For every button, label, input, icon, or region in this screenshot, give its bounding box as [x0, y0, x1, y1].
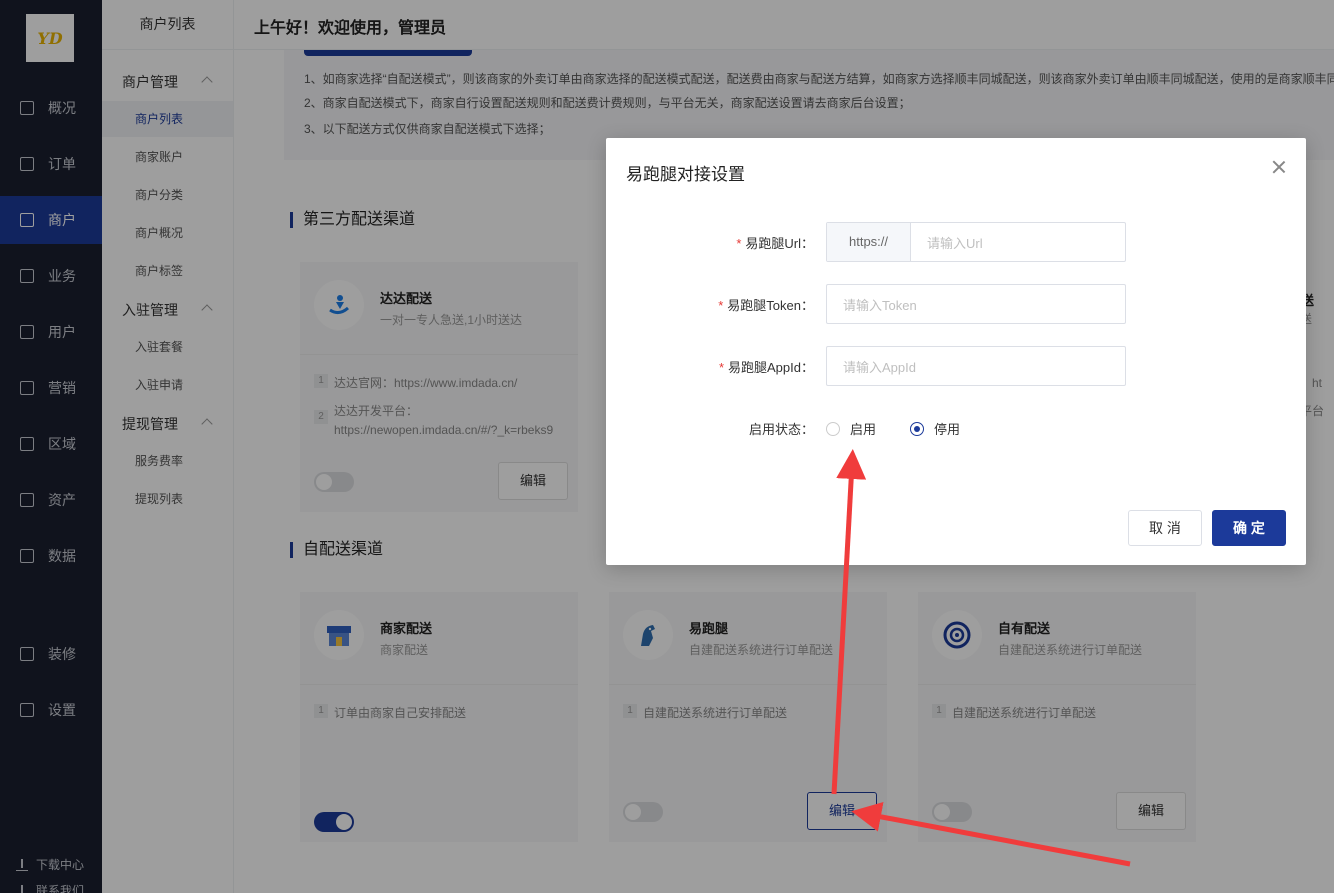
cancel-button[interactable]: 取 消	[1128, 510, 1202, 546]
url-input[interactable]: https:// 请输入Url	[826, 222, 1126, 262]
token-label: * 易跑腿Token：	[718, 298, 814, 313]
token-placeholder: 请输入Token	[843, 297, 917, 313]
appid-label: * 易跑腿AppId：	[718, 360, 814, 375]
disable-radio[interactable]: 停用	[910, 419, 960, 438]
url-prefix: https://	[827, 223, 911, 261]
confirm-button[interactable]: 确 定	[1212, 510, 1286, 546]
status-label: 启用状态：	[748, 422, 814, 437]
yipaotui-settings-dialog: 易跑腿对接设置 * 易跑腿Url： https:// 请输入Url * 易跑腿Tok…	[606, 138, 1306, 565]
url-placeholder: 请输入Url	[927, 235, 983, 251]
appid-placeholder: 请输入AppId	[843, 359, 916, 375]
radio-circle-checked	[910, 421, 924, 436]
close-icon[interactable]	[1272, 160, 1286, 174]
token-input[interactable]: 请输入Token	[826, 284, 1126, 324]
url-label: * 易跑腿Url：	[736, 236, 814, 251]
radio-circle	[826, 421, 840, 436]
enable-radio[interactable]: 启用	[826, 419, 876, 438]
dialog-title: 易跑腿对接设置	[626, 165, 745, 184]
appid-input[interactable]: 请输入AppId	[826, 346, 1126, 386]
